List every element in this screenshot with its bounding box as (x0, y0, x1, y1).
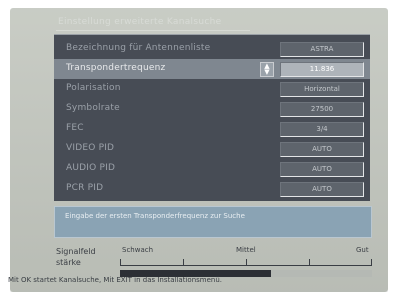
help-box: Eingabe der ersten Transponderfrequenz z… (54, 206, 372, 238)
row-value[interactable]: AUTO (280, 142, 364, 157)
row-pcr-pid[interactable]: PCR PID AUTO (54, 179, 370, 199)
row-label: Polarisation (66, 83, 121, 93)
row-transponder-frequency[interactable]: Transpondertrequenz ▲ ▼ 11.836 (54, 59, 370, 79)
row-value[interactable]: 11.836 (280, 62, 364, 77)
signal-tick (120, 259, 121, 265)
row-value[interactable]: ASTRA (280, 42, 364, 57)
row-antenna-list-name[interactable]: Bezeichnung für Antennenliste ASTRA (54, 39, 370, 59)
signal-marker-weak: Schwach (122, 246, 154, 254)
help-text: Eingabe der ersten Transponderfrequenz z… (65, 212, 245, 220)
signal-tick (309, 259, 310, 265)
row-value[interactable]: AUTO (280, 162, 364, 177)
row-fec[interactable]: FEC 3/4 (54, 119, 370, 139)
row-label: VIDEO PID (66, 143, 115, 153)
up-down-arrows-icon[interactable]: ▲ ▼ (260, 62, 274, 77)
signal-axis (120, 265, 372, 266)
screen-title: Einstellung erweiterte Kanalsuche (58, 17, 222, 27)
title-underline (56, 30, 250, 31)
signal-tick (246, 259, 247, 265)
footer-hint: Mit OK startet Kanalsuche, Mit EXIT in d… (8, 276, 223, 284)
row-value[interactable]: 27500 (280, 102, 364, 117)
tv-screen: Einstellung erweiterte Kanalsuche Bezeic… (10, 8, 388, 292)
row-polarisation[interactable]: Polarisation Horizontal (54, 79, 370, 99)
signal-marker-good: Gut (356, 246, 369, 254)
row-label: PCR PID (66, 183, 104, 193)
row-value[interactable]: Horizontal (280, 82, 364, 97)
signal-label-line2: stärke (56, 258, 81, 267)
row-label: Bezeichnung für Antennenliste (66, 43, 211, 53)
signal-label-line1: Signalfeld (56, 247, 96, 256)
row-label: AUDIO PID (66, 163, 116, 173)
signal-marker-mid: Mittel (236, 246, 256, 254)
row-video-pid[interactable]: VIDEO PID AUTO (54, 139, 370, 159)
row-value[interactable]: AUTO (280, 182, 364, 197)
row-label: Transpondertrequenz (66, 63, 166, 73)
row-value[interactable]: 3/4 (280, 122, 364, 137)
row-label: FEC (66, 123, 84, 133)
signal-tick (371, 259, 372, 265)
settings-panel: Bezeichnung für Antennenliste ASTRA Tran… (54, 34, 370, 201)
row-symbol-rate[interactable]: Symbolrate 27500 (54, 99, 370, 119)
row-label: Symbolrate (66, 103, 120, 113)
signal-tick (183, 259, 184, 265)
row-audio-pid[interactable]: AUDIO PID AUTO (54, 159, 370, 179)
signal-strength-label: Signalfeld stärke (56, 246, 96, 268)
